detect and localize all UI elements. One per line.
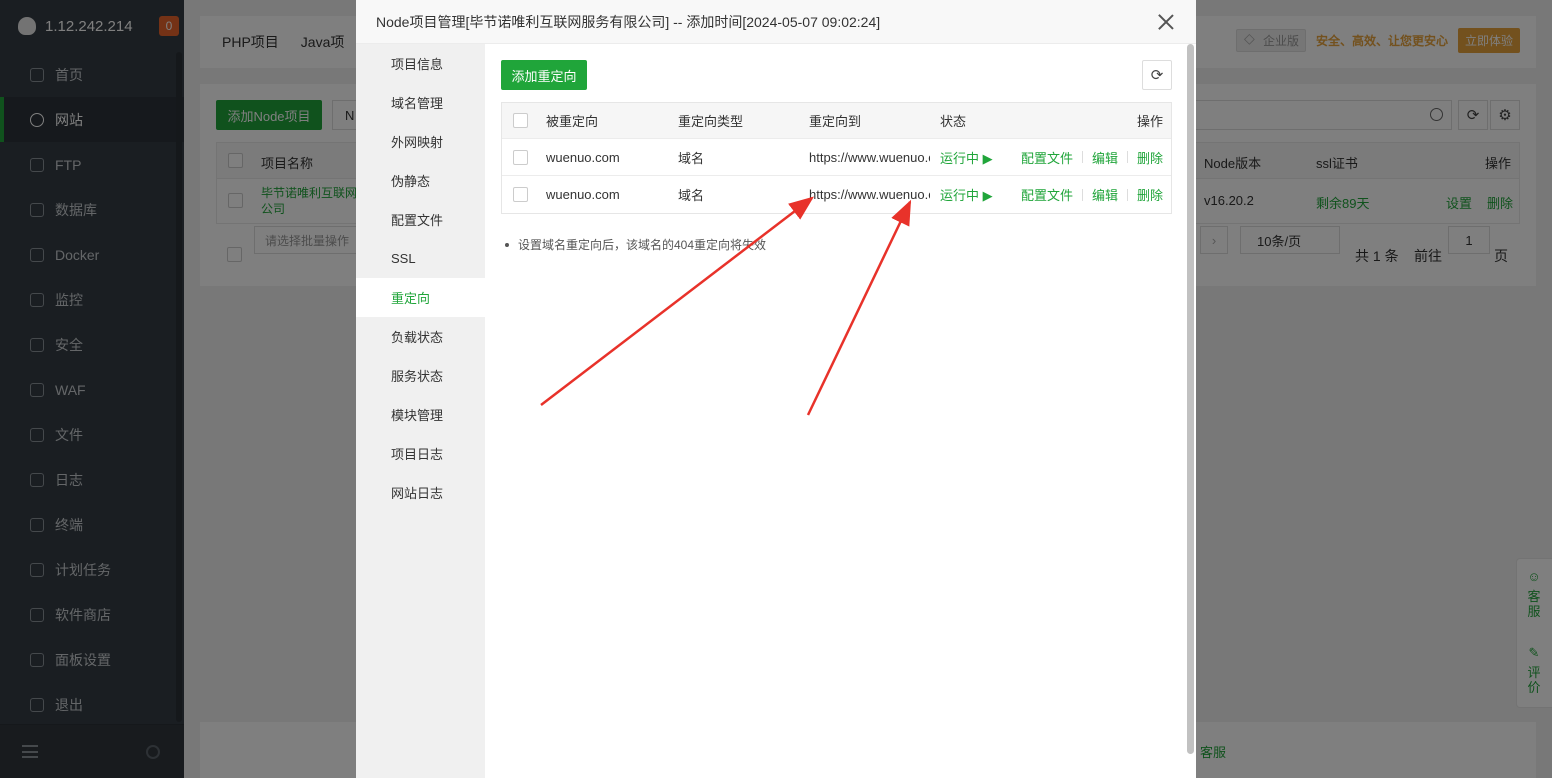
row-actions: 配置文件 编辑 删除 <box>1021 148 1163 167</box>
header-type: 重定向类型 <box>678 114 744 129</box>
node-project-modal: Node项目管理[毕节诺唯利互联网服务有限公司] -- 添加时间[2024-05… <box>356 0 1196 778</box>
modal-scrollbar[interactable] <box>1187 44 1194 754</box>
modal-nav-item[interactable]: 模块管理 <box>356 395 485 434</box>
redirect-status[interactable]: 运行中 ▶ <box>940 185 1020 204</box>
modal-nav-item[interactable]: 负载状态 <box>356 317 485 356</box>
refresh-icon[interactable]: ⟳ <box>1142 60 1172 90</box>
table-row: wuenuo.com 域名 https://www.wuenuo.com 运行中 ▶配… <box>502 139 1171 176</box>
header-source: 被重定向 <box>546 114 599 129</box>
divider <box>1081 151 1083 163</box>
delete-link[interactable]: 删除 <box>1137 185 1163 204</box>
modal-nav: 项目信息 域名管理 外网映射 伪静态 配置文件 SSL 重定向 负载状态 服务状态 模块管理 项目日… <box>356 44 485 778</box>
add-redirect-button[interactable]: 添加重定向 <box>501 60 587 90</box>
edit-link[interactable]: 编辑 <box>1092 185 1118 204</box>
redirect-target: https://www.wuenuo.com <box>809 149 930 165</box>
close-icon[interactable] <box>1158 14 1174 30</box>
table-row: wuenuo.com 域名 https://www.wuenuo.com 运行中 ▶配… <box>502 176 1171 213</box>
redirect-note: 设置域名重定向后，该域名的404重定向将失效 <box>505 236 766 253</box>
modal-nav-item[interactable]: 网站日志 <box>356 473 485 512</box>
modal-title: Node项目管理[毕节诺唯利互联网服务有限公司] -- 添加时间[2024-05… <box>376 13 881 30</box>
redirect-source: wuenuo.com <box>546 149 620 165</box>
modal-nav-item[interactable]: SSL <box>356 239 485 278</box>
edit-link[interactable]: 编辑 <box>1092 148 1118 167</box>
redirect-source: wuenuo.com <box>546 187 620 202</box>
modal-header: Node项目管理[毕节诺唯利互联网服务有限公司] -- 添加时间[2024-05… <box>356 0 1196 44</box>
redirect-table-header: 被重定向 重定向类型 重定向到 状态 操作 <box>502 103 1171 139</box>
config-file-link[interactable]: 配置文件 <box>1021 185 1073 204</box>
redirect-type: 域名 <box>678 150 705 166</box>
row-checkbox[interactable] <box>513 149 528 165</box>
redirect-panel: 添加重定向 ⟳ 被重定向 重定向类型 重定向到 状态 操作 wuenuo.com… <box>485 44 1185 778</box>
header-status: 状态 <box>940 114 967 129</box>
redirect-status[interactable]: 运行中 ▶ <box>940 148 1020 167</box>
divider <box>1126 188 1128 201</box>
modal-nav-item[interactable]: 外网映射 <box>356 122 485 161</box>
modal-nav-item[interactable]: 项目日志 <box>356 434 485 473</box>
select-all-checkbox[interactable] <box>513 113 528 128</box>
divider <box>1126 151 1128 163</box>
modal-nav-item[interactable]: 项目信息 <box>356 44 485 83</box>
modal-nav-item[interactable]: 伪静态 <box>356 161 485 200</box>
config-file-link[interactable]: 配置文件 <box>1021 148 1073 167</box>
redirect-table: 被重定向 重定向类型 重定向到 状态 操作 wuenuo.com 域名 https:… <box>501 102 1172 214</box>
modal-nav-item[interactable]: 重定向 <box>356 278 485 317</box>
header-target: 重定向到 <box>809 114 862 129</box>
row-checkbox[interactable] <box>513 187 528 202</box>
delete-link[interactable]: 删除 <box>1137 148 1163 167</box>
redirect-target: https://www.wuenuo.com <box>809 187 930 202</box>
modal-nav-item[interactable]: 服务状态 <box>356 356 485 395</box>
modal-nav-item[interactable]: 域名管理 <box>356 83 485 122</box>
modal-nav-item[interactable]: 配置文件 <box>356 200 485 239</box>
divider <box>1081 188 1083 201</box>
header-actions: 操作 <box>1136 114 1163 129</box>
redirect-type: 域名 <box>678 188 705 203</box>
row-actions: 配置文件 编辑 删除 <box>1021 185 1163 204</box>
